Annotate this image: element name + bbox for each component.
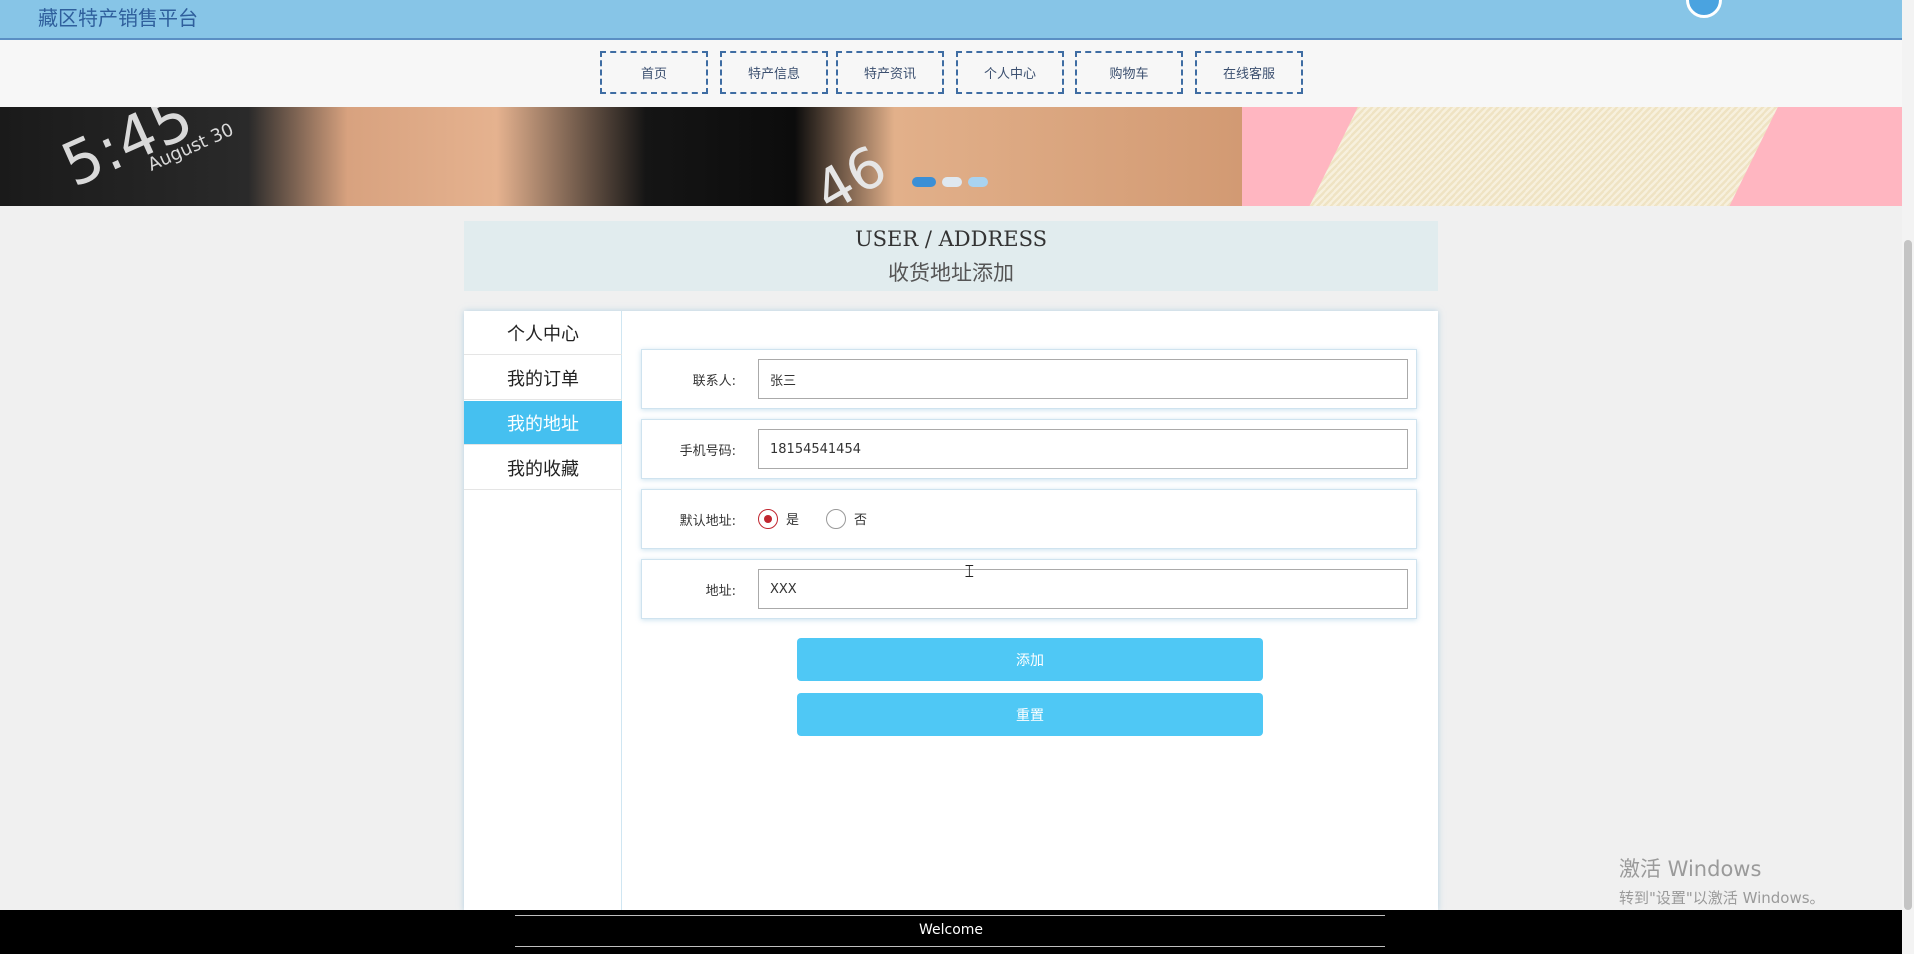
content-panel: 个人中心 我的订单 我的地址 我的收藏 联系人: 张三 手机号码: 181545… — [464, 311, 1438, 911]
form-row-contact: 联系人: 张三 — [641, 349, 1417, 409]
sidebar-item-favorites[interactable]: 我的收藏 — [464, 446, 622, 490]
form-row-default-address: 默认地址: 是 否 — [641, 489, 1417, 549]
contact-input[interactable]: 张三 — [758, 359, 1408, 399]
footer-divider-bottom — [515, 946, 1385, 947]
main-nav: 首页 特产信息 特产资讯 个人中心 购物车 在线客服 — [0, 40, 1902, 107]
slider-dot-2[interactable] — [942, 177, 962, 187]
slider-dot-3[interactable] — [968, 177, 988, 187]
address-input[interactable]: XXX — [758, 569, 1408, 609]
banner-carousel[interactable]: 5:45 August 30 46 — [0, 107, 1902, 206]
phone-input[interactable]: 18154541454 — [758, 429, 1408, 469]
default-no-radio[interactable] — [826, 509, 846, 529]
avatar[interactable] — [1686, 0, 1722, 18]
phone-label: 手机号码: — [679, 443, 736, 459]
nav-item-product-info[interactable]: 特产信息 — [720, 51, 828, 94]
form-row-address: 地址: XXX — [641, 559, 1417, 619]
sidebar: 个人中心 我的订单 我的地址 我的收藏 — [464, 311, 622, 911]
footer-text: Welcome — [918, 922, 984, 938]
reset-button[interactable]: 重置 — [797, 693, 1263, 736]
watermark-line-2: 转到"设置"以激活 Windows。 — [1619, 889, 1825, 907]
slider-dot-1[interactable] — [912, 177, 936, 187]
watermark-line-1: 激活 Windows — [1619, 857, 1762, 881]
scroll-thumb[interactable] — [1904, 240, 1912, 910]
default-no-label[interactable]: 否 — [854, 509, 867, 528]
nav-item-personal-center[interactable]: 个人中心 — [956, 51, 1064, 94]
section-title-zh: 收货地址添加 — [888, 261, 1014, 285]
add-button[interactable]: 添加 — [797, 638, 1263, 681]
site-title: 藏区特产销售平台 — [38, 6, 198, 30]
top-header: 藏区特产销售平台 — [0, 0, 1902, 40]
nav-item-cart[interactable]: 购物车 — [1075, 51, 1183, 94]
scrollbar[interactable] — [1902, 0, 1914, 954]
nav-item-product-news[interactable]: 特产资讯 — [836, 51, 944, 94]
noodles-graphic — [1298, 107, 1782, 206]
nav-item-online-service[interactable]: 在线客服 — [1195, 51, 1303, 94]
default-address-label: 默认地址: — [679, 513, 736, 529]
contact-label: 联系人: — [692, 373, 736, 389]
sidebar-item-address[interactable]: 我的地址 — [464, 401, 622, 445]
form-row-phone: 手机号码: 18154541454 — [641, 419, 1417, 479]
footer-divider-top — [515, 915, 1385, 916]
section-title-en: USER / ADDRESS — [854, 227, 1048, 251]
sidebar-item-personal-center[interactable]: 个人中心 — [464, 311, 622, 355]
address-label: 地址: — [705, 583, 736, 599]
windows-activation-watermark: 激活 Windows 转到"设置"以激活 Windows。 — [1619, 853, 1825, 908]
default-yes-label[interactable]: 是 — [786, 509, 799, 528]
text-cursor-icon: 𝙸 — [963, 561, 976, 582]
default-yes-radio[interactable] — [758, 509, 778, 529]
nav-item-home[interactable]: 首页 — [600, 51, 708, 94]
footer: Welcome — [0, 910, 1902, 954]
sidebar-item-orders[interactable]: 我的订单 — [464, 356, 622, 400]
section-heading: USER / ADDRESS 收货地址添加 — [464, 221, 1438, 291]
